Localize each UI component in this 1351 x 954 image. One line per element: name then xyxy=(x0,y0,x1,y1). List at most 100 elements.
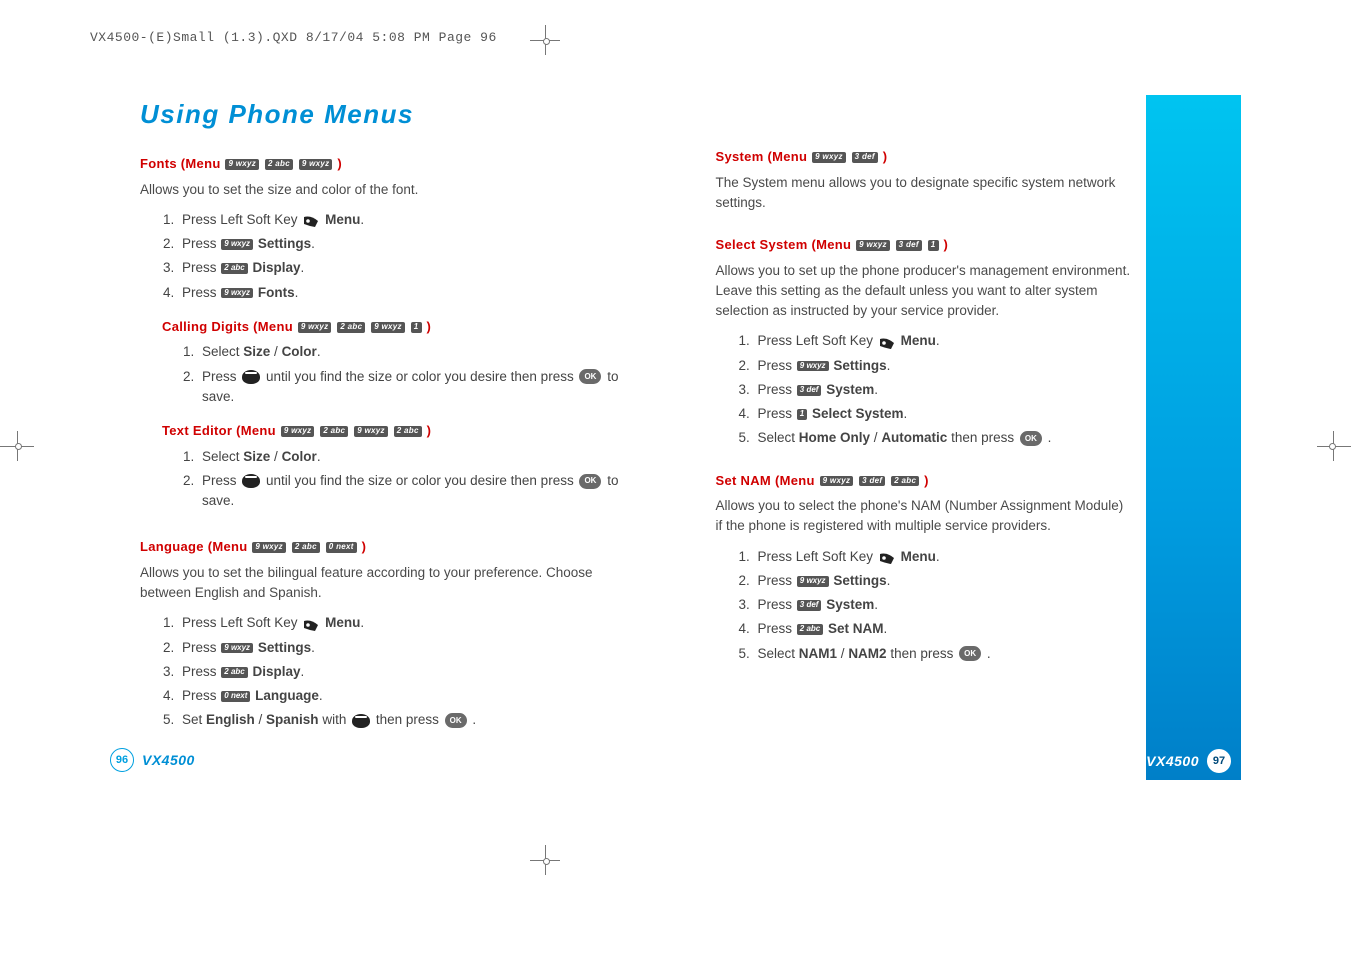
step-item: Press 9 wxyz Settings. xyxy=(178,234,636,254)
nav-key-icon xyxy=(242,370,260,384)
keycap-2-icon: 2 abc xyxy=(221,263,247,274)
right-page: System (Menu 9 wxyz 3 def ) The System m… xyxy=(716,95,1242,739)
section-desc: The System menu allows you to designate … xyxy=(716,173,1132,214)
steps-list: Press Left Soft Key Menu. Press 9 wxyz S… xyxy=(716,331,1132,448)
step-item: Select Home Only / Automatic then press … xyxy=(754,428,1132,448)
step-item: Press 2 abc Display. xyxy=(178,258,636,278)
keycap-9-icon: 9 wxyz xyxy=(797,576,829,587)
step-item: Press 3 def System. xyxy=(754,595,1132,615)
step-item: Press until you find the size or color y… xyxy=(198,471,636,512)
section-head-set-nam: Set NAM (Menu 9 wxyz 3 def 2 abc ) xyxy=(716,471,1132,491)
model-label: VX4500 xyxy=(142,752,195,768)
step-item: Press 9 wxyz Fonts. xyxy=(178,283,636,303)
step-item: Press until you find the size or color y… xyxy=(198,367,636,408)
steps-list: Press Left Soft Key Menu. Press 9 wxyz S… xyxy=(140,613,636,730)
steps-list: Select Size / Color. Press until you fin… xyxy=(140,342,636,407)
keycap-1-icon: 1 xyxy=(411,322,422,333)
ok-key-icon: OK xyxy=(579,369,601,384)
keycap-2-icon: 2 abc xyxy=(797,624,823,635)
left-footer: 96 VX4500 xyxy=(110,748,195,772)
keycap-9-icon: 9 wxyz xyxy=(298,322,332,333)
keycap-9-icon: 9 wxyz xyxy=(856,240,890,251)
left-page: Using Phone Menus Fonts (Menu 9 wxyz 2 a… xyxy=(110,95,636,739)
keycap-2-icon: 2 abc xyxy=(221,667,247,678)
keycap-1-icon: 1 xyxy=(797,409,807,420)
keycap-1-icon: 1 xyxy=(928,240,939,251)
keycap-9-icon: 9 wxyz xyxy=(252,542,286,553)
keycap-9-icon: 9 wxyz xyxy=(221,643,253,654)
keycap-2-icon: 2 abc xyxy=(265,159,293,170)
section-head-calling-digits: Calling Digits (Menu 9 wxyz 2 abc 9 wxyz… xyxy=(162,317,636,337)
keycap-9-icon: 9 wxyz xyxy=(221,288,253,299)
keycap-9-icon: 9 wxyz xyxy=(812,152,846,163)
keycap-3-icon: 3 def xyxy=(896,240,922,251)
left-soft-key-icon xyxy=(303,214,319,226)
keycap-3-icon: 3 def xyxy=(797,600,822,611)
keycap-2-icon: 2 abc xyxy=(891,476,919,487)
step-item: Press 9 wxyz Settings. xyxy=(754,356,1132,376)
step-item: Press 0 next Language. xyxy=(178,686,636,706)
section-head-fonts: Fonts (Menu 9 wxyz 2 abc 9 wxyz ) xyxy=(140,154,636,174)
step-item: Press Left Soft Key Menu. xyxy=(178,613,636,633)
keycap-9-icon: 9 wxyz xyxy=(281,426,315,437)
nav-key-icon xyxy=(242,474,260,488)
registration-mark-icon xyxy=(543,858,550,865)
keycap-2-icon: 2 abc xyxy=(337,322,365,333)
keycap-3-icon: 3 def xyxy=(859,476,885,487)
section-head-language: Language (Menu 9 wxyz 2 abc 0 next ) xyxy=(140,537,636,557)
keycap-0-icon: 0 next xyxy=(326,542,357,553)
step-item: Press 3 def System. xyxy=(754,380,1132,400)
step-item: Press Left Soft Key Menu. xyxy=(754,331,1132,351)
ok-key-icon: OK xyxy=(959,646,981,661)
section-desc: Allows you to set the bilingual feature … xyxy=(140,563,636,604)
keycap-9-icon: 9 wxyz xyxy=(820,476,854,487)
keycap-9-icon: 9 wxyz xyxy=(797,361,829,372)
document-spread: VX4500-(E)Small (1.3).QXD 8/17/04 5:08 P… xyxy=(0,0,1351,954)
right-footer: VX4500 97 xyxy=(1146,749,1231,773)
step-item: Select NAM1 / NAM2 then press OK . xyxy=(754,644,1132,664)
ok-key-icon: OK xyxy=(579,474,601,489)
steps-list: Press Left Soft Key Menu. Press 9 wxyz S… xyxy=(140,210,636,303)
left-soft-key-icon xyxy=(879,551,895,563)
section-head-text-editor: Text Editor (Menu 9 wxyz 2 abc 9 wxyz 2 … xyxy=(162,421,636,441)
keycap-2-icon: 2 abc xyxy=(394,426,422,437)
step-item: Press 9 wxyz Settings. xyxy=(754,571,1132,591)
keycap-9-icon: 9 wxyz xyxy=(354,426,388,437)
prepress-slug: VX4500-(E)Small (1.3).QXD 8/17/04 5:08 P… xyxy=(90,30,497,45)
keycap-9-icon: 9 wxyz xyxy=(225,159,259,170)
step-item: Set English / Spanish with then press OK… xyxy=(178,710,636,730)
ok-key-icon: OK xyxy=(1020,431,1042,446)
step-item: Press 2 abc Set NAM. xyxy=(754,619,1132,639)
page-title: Using Phone Menus xyxy=(140,95,636,134)
keycap-2-icon: 2 abc xyxy=(320,426,348,437)
section-head-select-system: Select System (Menu 9 wxyz 3 def 1 ) xyxy=(716,235,1132,255)
step-item: Press Left Soft Key Menu. xyxy=(178,210,636,230)
step-item: Press 9 wxyz Settings. xyxy=(178,638,636,658)
nav-key-icon xyxy=(352,714,370,728)
steps-list: Select Size / Color. Press until you fin… xyxy=(140,447,636,512)
step-item: Press Left Soft Key Menu. xyxy=(754,547,1132,567)
page-number-left: 96 xyxy=(110,748,134,772)
ok-key-icon: OK xyxy=(445,713,467,728)
keycap-9-icon: 9 wxyz xyxy=(221,239,253,250)
keycap-0-icon: 0 next xyxy=(221,691,250,702)
registration-mark-icon xyxy=(543,38,550,45)
left-soft-key-icon xyxy=(879,336,895,348)
page-number-right: 97 xyxy=(1207,749,1231,773)
step-item: Select Size / Color. xyxy=(198,447,636,467)
section-desc: Allows you to select the phone's NAM (Nu… xyxy=(716,496,1132,537)
keycap-3-icon: 3 def xyxy=(797,385,822,396)
left-soft-key-icon xyxy=(303,618,319,630)
section-head-system: System (Menu 9 wxyz 3 def ) xyxy=(716,147,1132,167)
steps-list: Press Left Soft Key Menu. Press 9 wxyz S… xyxy=(716,547,1132,664)
keycap-2-icon: 2 abc xyxy=(292,542,320,553)
section-desc: Allows you to set up the phone producer'… xyxy=(716,261,1132,322)
keycap-3-icon: 3 def xyxy=(852,152,878,163)
section-desc: Allows you to set the size and color of … xyxy=(140,180,636,200)
keycap-9-icon: 9 wxyz xyxy=(299,159,333,170)
step-item: Press 2 abc Display. xyxy=(178,662,636,682)
step-item: Select Size / Color. xyxy=(198,342,636,362)
keycap-9-icon: 9 wxyz xyxy=(371,322,405,333)
model-label: VX4500 xyxy=(1146,753,1199,769)
step-item: Press 1 Select System. xyxy=(754,404,1132,424)
